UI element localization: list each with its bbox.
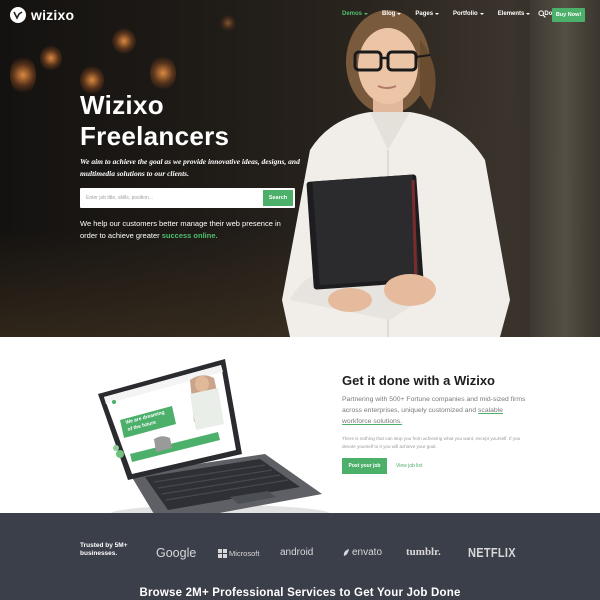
trusted-label: Trusted by 5M+ businesses. xyxy=(80,542,140,558)
chevron-down-icon xyxy=(397,13,402,15)
search-button[interactable]: Search xyxy=(263,190,293,206)
laptop-image: We are dreaming of the future xyxy=(98,359,330,524)
trusted-label-line1: Trusted by 5M+ xyxy=(80,542,128,549)
buy-now-button[interactable]: Buy Now! xyxy=(552,8,585,22)
chevron-down-icon xyxy=(526,13,531,15)
trusted-brands-section: Trusted by 5M+ businesses. Google Micros… xyxy=(0,513,600,600)
section-subtitle: Partnering with 500+ Fortune companies a… xyxy=(342,394,527,427)
brand-name: NETFLIX xyxy=(468,545,516,560)
brand-name: envato xyxy=(352,547,383,558)
hero-description-highlight: success online. xyxy=(161,231,218,240)
chevron-down-icon xyxy=(479,13,484,15)
menu-item-portfolio[interactable]: Portfolio xyxy=(453,11,484,17)
search-icon[interactable] xyxy=(538,10,546,18)
hero-title-line2: Freelancers xyxy=(80,121,230,151)
background-lamp xyxy=(150,55,176,91)
logo-icon xyxy=(10,7,26,23)
menu-item-demos[interactable]: Demos xyxy=(342,11,369,17)
hero-title-line1: Wizixo xyxy=(80,90,164,120)
background-lamp xyxy=(40,45,62,71)
background-floor xyxy=(0,230,300,337)
section-note: There is nothing that can stop you from … xyxy=(342,436,521,449)
hero-section: wizixo Demos Blog Pages Portfolio Elemen… xyxy=(0,0,600,337)
brand-logo-android: android xyxy=(280,547,313,558)
menu-item-label: Elements xyxy=(497,11,525,17)
post-job-button[interactable]: Post your job xyxy=(342,458,387,474)
browse-services-heading: Browse 2M+ Professional Services to Get … xyxy=(139,587,461,599)
background-lamp xyxy=(112,28,136,54)
hero-subtitle: We aim to achieve the goal as we provide… xyxy=(80,157,300,178)
get-it-done-section: We are dreaming of the future Get it don… xyxy=(0,337,600,524)
envato-leaf-icon xyxy=(343,548,349,556)
menu-item-pages[interactable]: Pages xyxy=(415,11,440,17)
menu-item-elements[interactable]: Elements xyxy=(498,11,531,17)
job-search-box: Search xyxy=(80,188,295,208)
menu-item-label: Blog xyxy=(382,11,396,17)
brand-logo-microsoft: Microsoft xyxy=(218,549,259,558)
brand-logo-google: Google xyxy=(156,546,196,560)
hero-title: Wizixo Freelancers xyxy=(80,90,229,152)
logo[interactable]: wizixo xyxy=(10,7,74,23)
brand-name: tumblr. xyxy=(406,546,441,558)
brand-logo-netflix: NETFLIX xyxy=(468,545,516,560)
menu-item-blog[interactable]: Blog xyxy=(382,11,402,17)
brand-name: Microsoft xyxy=(229,549,260,558)
top-nav: wizixo Demos Blog Pages Portfolio Elemen… xyxy=(0,0,600,30)
view-job-list-link[interactable]: View job list xyxy=(396,463,422,469)
hero-person-image xyxy=(282,10,510,337)
brand-logo-envato: envato xyxy=(343,547,382,558)
menu-item-label: Demos xyxy=(342,11,363,17)
background-lamp xyxy=(10,55,36,95)
brand-logo-tumblr: tumblr. xyxy=(406,546,441,558)
logo-text: wizixo xyxy=(31,7,75,23)
brand-name: Google xyxy=(156,546,197,560)
section-title: Get it done with a Wizixo xyxy=(342,373,495,388)
menu-item-label: Portfolio xyxy=(453,11,478,17)
trusted-label-line2: businesses. xyxy=(80,550,118,557)
chevron-down-icon xyxy=(435,13,440,15)
menu-item-label: Pages xyxy=(415,11,434,17)
microsoft-icon xyxy=(218,549,227,558)
job-search-input[interactable] xyxy=(86,188,256,208)
brand-name: android xyxy=(280,547,314,558)
hero-description: We help our customers better manage thei… xyxy=(80,218,295,242)
background-pillar xyxy=(530,0,600,337)
chevron-down-icon xyxy=(364,13,369,15)
